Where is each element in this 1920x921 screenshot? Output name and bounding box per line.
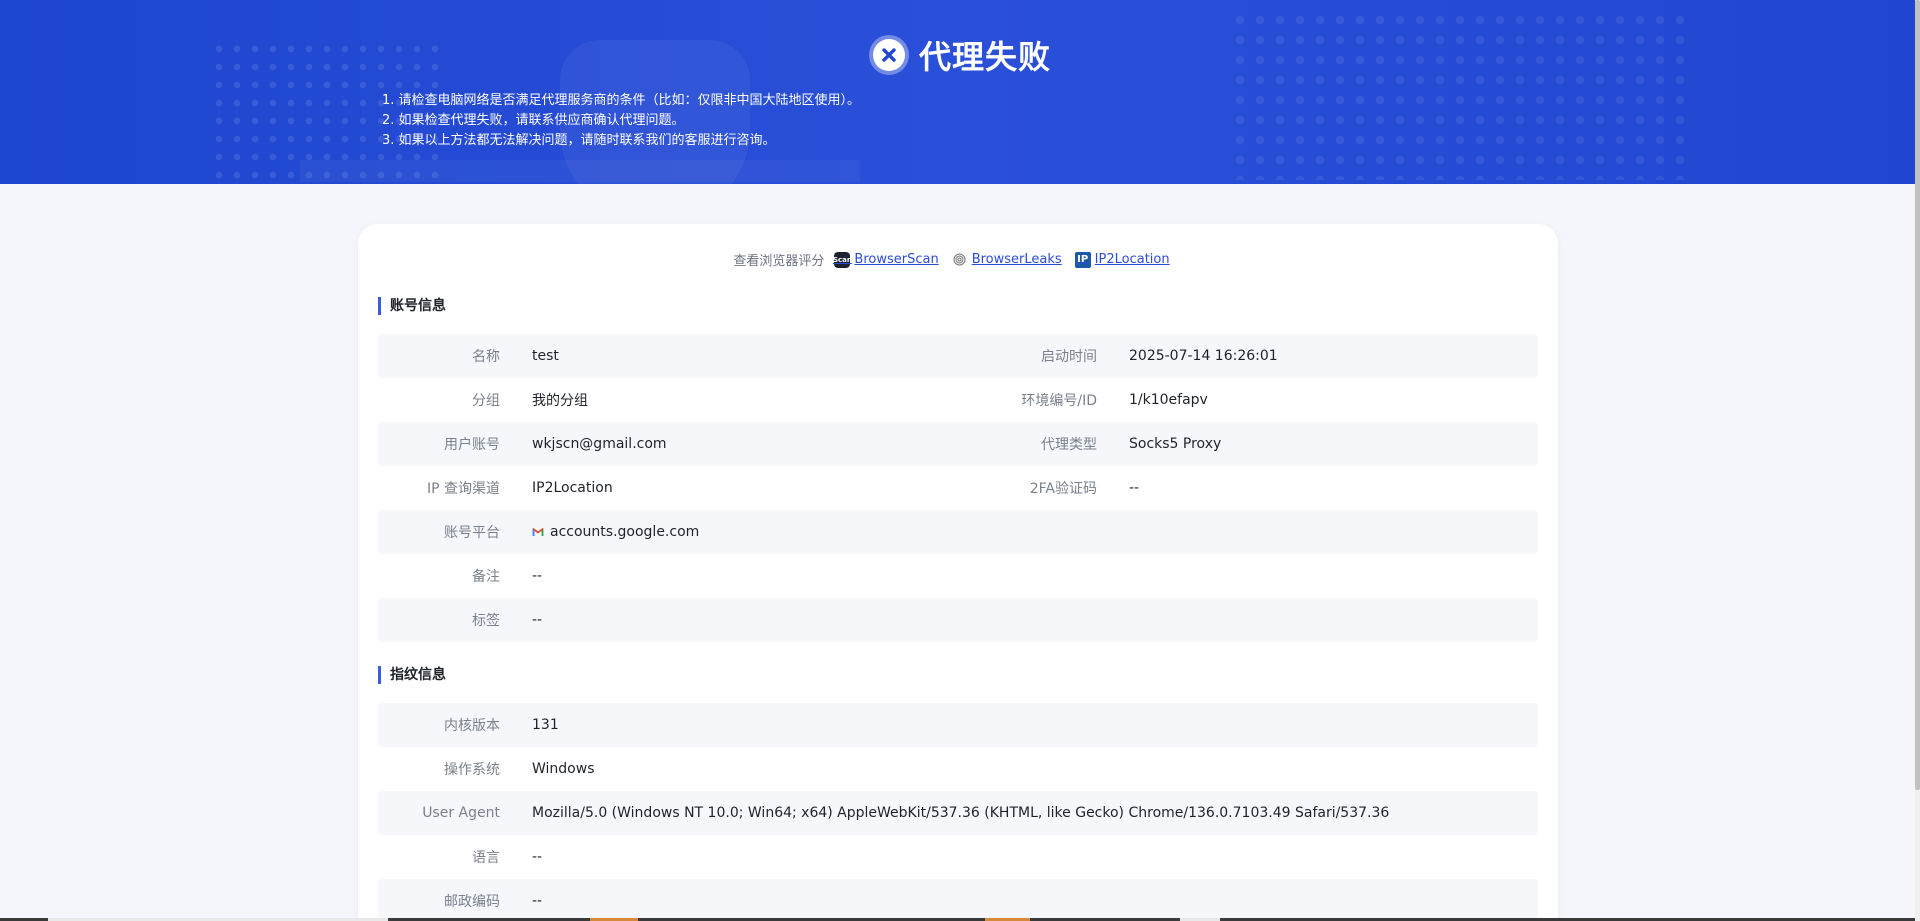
banner-decoration bbox=[300, 160, 860, 182]
table-row: 账号平台 accounts.google.com bbox=[378, 510, 1538, 554]
env-id-label: 环境编号/ID bbox=[1021, 393, 1097, 409]
account-info-table: 名称 test 启动时间 2025-07-14 16:26:01 分组 我的分组… bbox=[378, 334, 1538, 642]
fingerprint-info-heading: 指纹信息 bbox=[378, 666, 446, 684]
platform-value: accounts.google.com bbox=[532, 524, 699, 541]
table-row: User Agent Mozilla/5.0 (Windows NT 10.0;… bbox=[378, 791, 1538, 835]
proxy-type-label: 代理类型 bbox=[1041, 437, 1097, 453]
browserleaks-link-label: BrowserLeaks bbox=[971, 252, 1062, 267]
table-row: 邮政编码 -- bbox=[378, 879, 1538, 921]
browserscan-link[interactable]: Scan BrowserScan bbox=[833, 251, 939, 268]
os-value: Windows bbox=[532, 761, 595, 777]
ip2location-link[interactable]: IP IP2Location bbox=[1074, 251, 1170, 268]
ip2location-logo-icon: IP bbox=[1074, 251, 1091, 268]
fingerprint-icon bbox=[952, 252, 968, 268]
scrollbar-thumb[interactable] bbox=[1915, 0, 1920, 790]
error-banner: 代理失败 1. 请检查电脑网络是否满足代理服务商的条件（比如：仅限非中国大陆地区… bbox=[0, 0, 1915, 184]
platform-label: 账号平台 bbox=[444, 525, 500, 541]
2fa-code-label: 2FA验证码 bbox=[1029, 481, 1097, 497]
browser-score-links: 查看浏览器评分 Scan BrowserScan BrowserLeaks IP… bbox=[358, 250, 1558, 269]
table-row: 用户账号 wkjscn@gmail.com 代理类型 Socks5 Proxy bbox=[378, 422, 1538, 466]
fingerprint-info-table: 内核版本 131 操作系统 Windows User Agent Mozilla… bbox=[378, 703, 1538, 921]
postal-code-label: 邮政编码 bbox=[444, 894, 500, 910]
page-title: 代理失败 bbox=[0, 32, 1915, 78]
name-label: 名称 bbox=[472, 349, 500, 365]
table-row: 名称 test 启动时间 2025-07-14 16:26:01 bbox=[378, 334, 1538, 378]
tip-item: 3. 如果以上方法都无法解决问题，请随时联系我们的客服进行咨询。 bbox=[382, 133, 776, 148]
table-row: 标签 -- bbox=[378, 598, 1538, 642]
kernel-version-label: 内核版本 bbox=[444, 718, 500, 734]
language-label: 语言 bbox=[472, 850, 500, 866]
platform-domain: accounts.google.com bbox=[550, 523, 700, 540]
browser-score-label: 查看浏览器评分 bbox=[733, 254, 825, 269]
browserscan-link-label: BrowserScan bbox=[854, 252, 939, 267]
user-agent-label: User Agent bbox=[422, 805, 500, 821]
group-value: 我的分组 bbox=[532, 393, 588, 409]
account-info-heading: 账号信息 bbox=[378, 297, 446, 315]
name-value: test bbox=[532, 348, 559, 364]
group-label: 分组 bbox=[472, 393, 500, 409]
tags-label: 标签 bbox=[472, 613, 500, 629]
2fa-code-value: -- bbox=[1129, 480, 1140, 496]
profile-detail-card: 查看浏览器评分 Scan BrowserScan BrowserLeaks IP… bbox=[358, 224, 1558, 921]
env-id-value: 1/k10efapv bbox=[1129, 392, 1208, 408]
ip-channel-label: IP 查询渠道 bbox=[426, 481, 500, 497]
page-scrollbar[interactable] bbox=[1915, 0, 1920, 921]
user-account-value: wkjscn@gmail.com bbox=[532, 436, 667, 452]
troubleshooting-tips: 1. 请检查电脑网络是否满足代理服务商的条件（比如：仅限非中国大陆地区使用）。 … bbox=[382, 91, 860, 151]
browserleaks-link[interactable]: BrowserLeaks bbox=[952, 252, 1062, 268]
start-time-value: 2025-07-14 16:26:01 bbox=[1129, 348, 1278, 364]
start-time-label: 启动时间 bbox=[1041, 349, 1097, 365]
close-circle-icon bbox=[868, 35, 909, 75]
table-row: 备注 -- bbox=[378, 554, 1538, 598]
gmail-icon bbox=[532, 525, 544, 541]
ip-channel-value: IP2Location bbox=[532, 480, 613, 496]
tags-value: -- bbox=[532, 612, 543, 628]
kernel-version-value: 131 bbox=[532, 717, 559, 733]
tip-item: 2. 如果检查代理失败，请联系供应商确认代理问题。 bbox=[382, 113, 685, 128]
browserscan-logo-icon: Scan bbox=[833, 251, 852, 268]
proxy-type-value: Socks5 Proxy bbox=[1129, 436, 1222, 452]
postal-code-value: -- bbox=[532, 893, 543, 909]
table-row: 内核版本 131 bbox=[378, 703, 1538, 747]
table-row: IP 查询渠道 IP2Location 2FA验证码 -- bbox=[378, 466, 1538, 510]
language-value: -- bbox=[532, 849, 543, 865]
remark-label: 备注 bbox=[472, 569, 500, 585]
remark-value: -- bbox=[532, 568, 543, 584]
table-row: 操作系统 Windows bbox=[378, 747, 1538, 791]
page-title-text: 代理失败 bbox=[918, 38, 1051, 76]
user-agent-value: Mozilla/5.0 (Windows NT 10.0; Win64; x64… bbox=[532, 805, 1390, 821]
table-row: 语言 -- bbox=[378, 835, 1538, 879]
tip-item: 1. 请检查电脑网络是否满足代理服务商的条件（比如：仅限非中国大陆地区使用）。 bbox=[382, 93, 861, 108]
os-label: 操作系统 bbox=[444, 762, 500, 778]
proxy-failure-page: 代理失败 1. 请检查电脑网络是否满足代理服务商的条件（比如：仅限非中国大陆地区… bbox=[0, 0, 1920, 921]
ip2location-link-label: IP2Location bbox=[1094, 252, 1170, 267]
user-account-label: 用户账号 bbox=[444, 437, 500, 453]
table-row: 分组 我的分组 环境编号/ID 1/k10efapv bbox=[378, 378, 1538, 422]
